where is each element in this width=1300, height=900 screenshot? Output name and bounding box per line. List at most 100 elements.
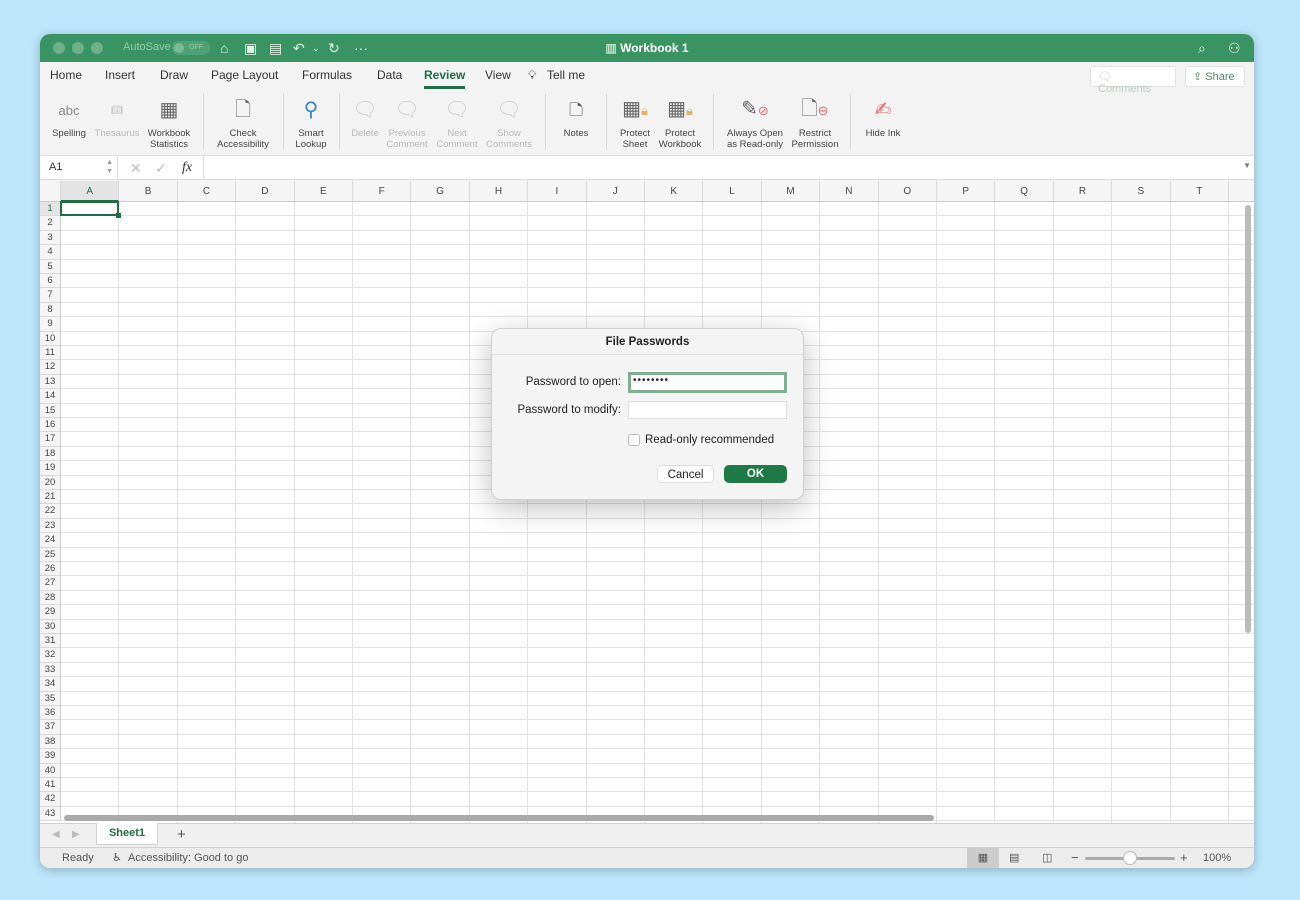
row-header-42[interactable]: 42 [40, 792, 61, 806]
read-only-recommended-label[interactable]: Read-only recommended [645, 434, 774, 446]
tell-me-icon[interactable]: 💡︎ [528, 68, 536, 83]
spreadsheet-grid[interactable]: ABCDEFGHIJKLMNOPQRST12345678910111213141… [40, 181, 1254, 823]
row-header-17[interactable]: 17 [40, 432, 61, 446]
row-header-10[interactable]: 10 [40, 332, 61, 346]
row-header-15[interactable]: 15 [40, 404, 61, 418]
row-header-36[interactable]: 36 [40, 706, 61, 720]
zoom-slider-knob[interactable] [1123, 851, 1137, 865]
column-header-M[interactable]: M [762, 181, 820, 202]
row-header-29[interactable]: 29 [40, 605, 61, 619]
read-only-recommended-checkbox[interactable] [628, 434, 640, 446]
normal-view-button[interactable]: ▦ [967, 848, 999, 868]
row-header-9[interactable]: 9 [40, 317, 61, 331]
accessibility-status[interactable]: Accessibility: Good to go [128, 852, 248, 864]
horizontal-scrollbar[interactable] [64, 815, 934, 821]
fill-handle[interactable] [116, 213, 121, 218]
row-header-1[interactable]: 1 [40, 202, 61, 216]
ok-button[interactable]: OK [724, 465, 787, 483]
row-header-41[interactable]: 41 [40, 778, 61, 792]
collaborate-icon[interactable]: ⚇ [1228, 40, 1241, 57]
tab-data[interactable]: Data [377, 68, 402, 82]
zoom-in-button[interactable]: + [1180, 850, 1188, 865]
row-header-25[interactable]: 25 [40, 548, 61, 562]
row-header-6[interactable]: 6 [40, 274, 61, 288]
row-header-4[interactable]: 4 [40, 245, 61, 259]
column-header-J[interactable]: J [587, 181, 645, 202]
column-header-N[interactable]: N [820, 181, 878, 202]
row-header-13[interactable]: 13 [40, 375, 61, 389]
cancel-button[interactable]: Cancel [657, 465, 714, 483]
workbook-statistics-button[interactable]: ▦WorkbookStatistics [129, 94, 209, 150]
row-header-23[interactable]: 23 [40, 519, 61, 533]
row-header-3[interactable]: 3 [40, 231, 61, 245]
row-header-24[interactable]: 24 [40, 533, 61, 547]
column-header-S[interactable]: S [1112, 181, 1170, 202]
column-header-T[interactable]: T [1171, 181, 1229, 202]
password-to-open-input[interactable]: •••••••• [628, 372, 787, 393]
row-header-32[interactable]: 32 [40, 648, 61, 662]
column-header-K[interactable]: K [645, 181, 703, 202]
row-header-35[interactable]: 35 [40, 692, 61, 706]
tab-insert[interactable]: Insert [105, 68, 135, 82]
column-header-C[interactable]: C [178, 181, 236, 202]
column-header-R[interactable]: R [1054, 181, 1112, 202]
sheet-tab-sheet1[interactable]: Sheet1 [96, 823, 158, 845]
cancel-entry-icon[interactable]: ✕ [130, 160, 142, 177]
row-header-12[interactable]: 12 [40, 360, 61, 374]
page-layout-view-button[interactable]: ▤ [1009, 851, 1019, 864]
column-header-G[interactable]: G [411, 181, 469, 202]
row-header-16[interactable]: 16 [40, 418, 61, 432]
row-header-28[interactable]: 28 [40, 591, 61, 605]
zoom-slider[interactable] [1085, 857, 1175, 860]
previous-sheet-icon[interactable]: ◀ [52, 829, 60, 840]
column-header-H[interactable]: H [470, 181, 528, 202]
column-header-F[interactable]: F [353, 181, 411, 202]
select-all-button[interactable] [40, 181, 61, 202]
row-header-22[interactable]: 22 [40, 504, 61, 518]
accessibility-icon[interactable]: ♿︎ [112, 851, 122, 864]
tab-home[interactable]: Home [50, 68, 82, 82]
row-header-20[interactable]: 20 [40, 476, 61, 490]
next-sheet-icon[interactable]: ▶ [72, 829, 80, 840]
row-header-2[interactable]: 2 [40, 216, 61, 230]
tab-review[interactable]: Review [424, 68, 465, 82]
zoom-out-button[interactable]: − [1071, 850, 1079, 865]
tell-me-search[interactable]: Tell me [547, 68, 585, 82]
row-header-7[interactable]: 7 [40, 288, 61, 302]
share-button[interactable]: ⇪ Share [1185, 66, 1245, 87]
column-header-A[interactable]: A [61, 181, 119, 202]
row-header-40[interactable]: 40 [40, 764, 61, 778]
row-header-18[interactable]: 18 [40, 447, 61, 461]
name-box[interactable]: A1▲▼ [40, 156, 118, 180]
row-header-34[interactable]: 34 [40, 677, 61, 691]
row-header-14[interactable]: 14 [40, 389, 61, 403]
row-header-19[interactable]: 19 [40, 461, 61, 475]
selected-cell-a1[interactable] [60, 201, 119, 216]
row-header-43[interactable]: 43 [40, 807, 61, 821]
protect-workbook-button[interactable]: ▦🔒︎ProtectWorkbook [640, 94, 720, 150]
tab-formulas[interactable]: Formulas [302, 68, 352, 82]
confirm-entry-icon[interactable]: ✓ [155, 160, 167, 177]
row-header-5[interactable]: 5 [40, 260, 61, 274]
row-header-37[interactable]: 37 [40, 720, 61, 734]
tab-view[interactable]: View [485, 68, 511, 82]
row-header-21[interactable]: 21 [40, 490, 61, 504]
row-header-33[interactable]: 33 [40, 663, 61, 677]
page-break-view-button[interactable]: ◫ [1042, 851, 1052, 864]
row-header-8[interactable]: 8 [40, 303, 61, 317]
row-header-39[interactable]: 39 [40, 749, 61, 763]
row-header-11[interactable]: 11 [40, 346, 61, 360]
row-header-38[interactable]: 38 [40, 735, 61, 749]
comments-button[interactable]: 🗨︎ Comments [1090, 66, 1176, 87]
search-icon[interactable]: ⌕ [1198, 40, 1206, 57]
column-header-P[interactable]: P [937, 181, 995, 202]
add-sheet-button[interactable]: + [177, 826, 186, 843]
column-header-Q[interactable]: Q [995, 181, 1053, 202]
hide-ink-button[interactable]: ✍︎Hide Ink [843, 94, 923, 139]
name-box-stepper-icon[interactable]: ▲▼ [106, 158, 113, 176]
row-header-30[interactable]: 30 [40, 620, 61, 634]
formula-input[interactable] [203, 156, 1240, 180]
password-to-modify-input[interactable] [628, 401, 787, 419]
row-header-26[interactable]: 26 [40, 562, 61, 576]
row-header-31[interactable]: 31 [40, 634, 61, 648]
